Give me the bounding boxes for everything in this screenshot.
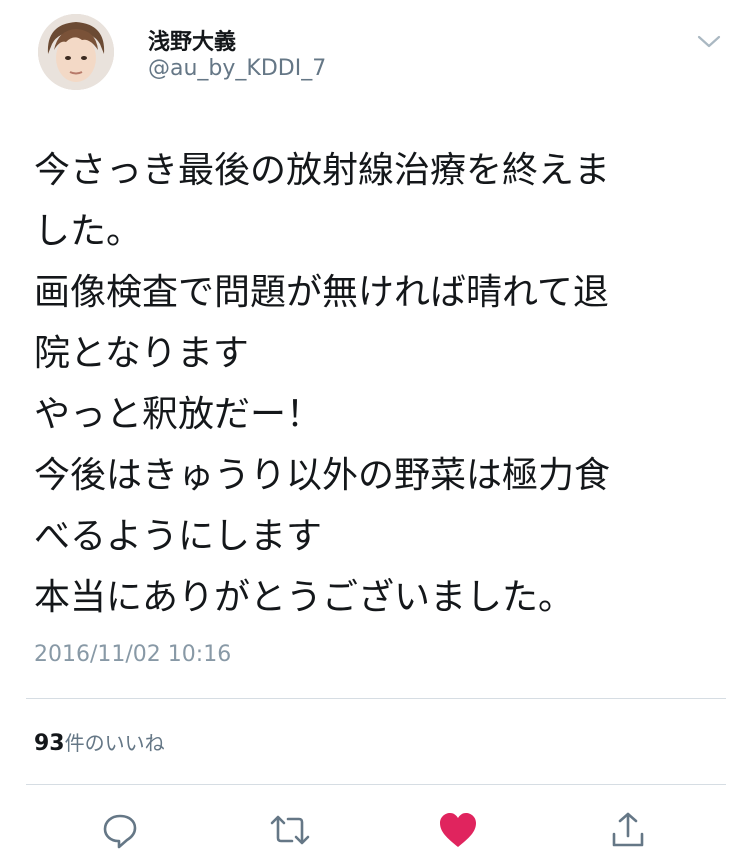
retweet-button[interactable]: [268, 808, 312, 852]
tweet-timestamp[interactable]: 2016/11/02 10:16: [34, 642, 231, 667]
chevron-down-icon[interactable]: [696, 32, 722, 50]
divider: [26, 698, 726, 699]
tweet-line: 今後はきゅうり以外の野菜は極力食: [34, 455, 611, 496]
like-button[interactable]: [436, 808, 480, 852]
tweet-text: 今さっき最後の放射線治療を終えま した。 画像検査で問題が無ければ晴れて退 院と…: [34, 140, 724, 628]
share-icon: [612, 812, 644, 847]
likes-summary[interactable]: 93件のいいね: [34, 727, 165, 756]
user-handle[interactable]: @au_by_KDDI_7: [148, 56, 326, 81]
tweet-line: 院となります: [34, 333, 249, 374]
reply-button[interactable]: [98, 808, 142, 852]
tweet-line: 画像検査で問題が無ければ晴れて退: [34, 272, 609, 313]
share-button[interactable]: [606, 808, 650, 852]
tweet-line: やっと釈放だー！: [34, 394, 323, 435]
heart-icon: [440, 813, 476, 847]
divider: [26, 784, 726, 785]
tweet-line: べるようにします: [34, 516, 323, 557]
tweet-line: 本当にありがとうございました。: [34, 577, 575, 618]
tweet-line: 今さっき最後の放射線治療を終えま: [34, 150, 611, 191]
likes-count: 93: [34, 731, 65, 756]
reply-icon: [103, 814, 137, 849]
likes-label: 件のいいね: [64, 731, 165, 755]
avatar[interactable]: [38, 14, 114, 90]
tweet-line: した。: [34, 211, 143, 252]
retweet-icon: [270, 815, 310, 845]
avatar-image: [38, 14, 114, 90]
display-name[interactable]: 浅野大義: [148, 24, 236, 56]
